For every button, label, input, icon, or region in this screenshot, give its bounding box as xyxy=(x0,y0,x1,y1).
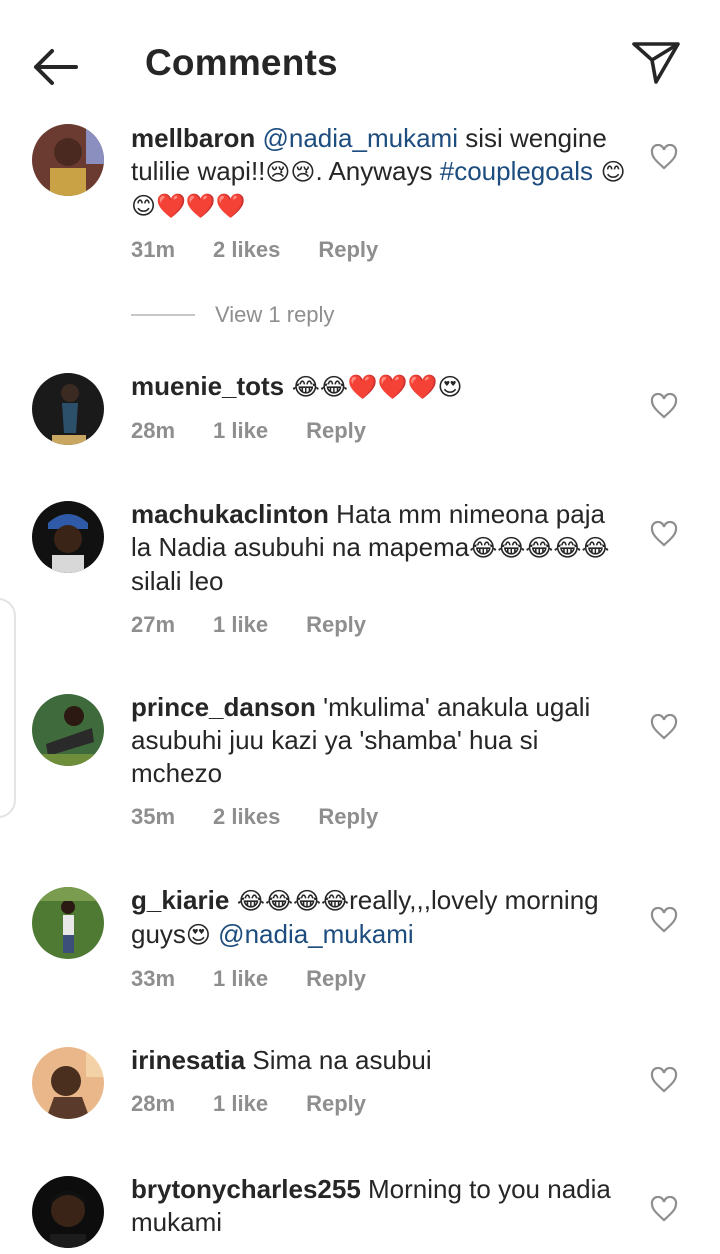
comment-username[interactable]: prince_danson xyxy=(131,692,316,722)
like-button[interactable] xyxy=(650,1195,678,1222)
comment-time: 27m xyxy=(131,612,176,637)
like-button[interactable] xyxy=(650,1066,678,1093)
heart-outline-icon xyxy=(650,906,678,933)
share-button[interactable] xyxy=(630,38,682,86)
emoji: 😂😂❤️❤️❤️😍 xyxy=(284,373,463,401)
reply-button[interactable]: Reply xyxy=(318,237,378,262)
like-button[interactable] xyxy=(650,520,678,547)
comment-time: 33m xyxy=(131,966,176,991)
comment-body: silali leo xyxy=(131,566,224,596)
avatar[interactable] xyxy=(32,124,104,196)
avatar[interactable] xyxy=(32,887,104,959)
heart-outline-icon xyxy=(650,1195,678,1222)
header-bar: Comments xyxy=(0,0,720,120)
comment-text: g_kiarie 😂😂😂😂really,,,lovely morning guy… xyxy=(131,884,631,952)
comment-likes[interactable]: 1 like xyxy=(213,1091,268,1116)
like-button[interactable] xyxy=(650,906,678,933)
comment-likes[interactable]: 1 like xyxy=(213,966,268,991)
comment-text: irinesatia Sima na asubui xyxy=(131,1044,631,1077)
comment-likes[interactable]: 1 like xyxy=(213,418,268,443)
comment-username[interactable]: muenie_tots xyxy=(131,371,284,401)
emoji: 😂😂😂😂 xyxy=(229,887,350,915)
like-button[interactable] xyxy=(650,713,678,740)
heart-outline-icon xyxy=(650,520,678,547)
avatar[interactable] xyxy=(32,373,104,445)
comment-hashtag[interactable]: #couplegoals xyxy=(440,156,593,186)
comment-meta: 28m 1 like Reply xyxy=(131,1091,631,1121)
emoji: 😢😢 xyxy=(265,158,316,186)
avatar[interactable] xyxy=(32,1176,104,1248)
view-replies-label: View 1 reply xyxy=(215,302,335,327)
comment-meta: 27m 1 like Reply xyxy=(131,612,631,642)
page-title: Comments xyxy=(145,42,338,83)
side-edge-handle[interactable] xyxy=(0,598,16,818)
comment-username[interactable]: g_kiarie xyxy=(131,885,229,915)
emoji: 😍 xyxy=(185,921,211,949)
comment-username[interactable]: brytonycharles255 xyxy=(131,1174,361,1204)
comment-time: 31m xyxy=(131,237,176,262)
comment-text: muenie_tots 😂😂❤️❤️❤️😍 xyxy=(131,370,631,404)
comment-body: Sima na asubui xyxy=(245,1045,432,1075)
comment-username[interactable]: machukaclinton xyxy=(131,499,329,529)
heart-outline-icon xyxy=(650,392,678,419)
comment-mention[interactable]: @nadia_mukami xyxy=(262,123,457,153)
comment-time: 35m xyxy=(131,804,176,829)
reply-button[interactable]: Reply xyxy=(306,1091,366,1116)
comment-time: 28m xyxy=(131,1091,176,1116)
comment-text: brytonycharles255 Morning to you nadia m… xyxy=(131,1173,631,1239)
comment-username[interactable]: mellbaron xyxy=(131,123,255,153)
comment-body: . Anyways xyxy=(315,156,440,186)
view-replies-button[interactable]: View 1 reply xyxy=(131,300,334,330)
back-button[interactable] xyxy=(30,44,82,90)
avatar[interactable] xyxy=(32,501,104,573)
comment-time: 28m xyxy=(131,418,176,443)
comment-meta: 35m 2 likes Reply xyxy=(131,804,631,834)
comment-username[interactable]: irinesatia xyxy=(131,1045,245,1075)
comment-text: mellbaron @nadia_mukami sisi wengine tul… xyxy=(131,122,631,223)
comment-text: machukaclinton Hata mm nimeona paja la N… xyxy=(131,498,631,598)
paper-plane-icon xyxy=(632,42,680,84)
heart-outline-icon xyxy=(650,713,678,740)
comment-meta: 31m 2 likes Reply xyxy=(131,237,631,267)
reply-button[interactable]: Reply xyxy=(306,966,366,991)
comment-mention[interactable]: @nadia_mukami xyxy=(211,919,414,949)
comment-text: prince_danson 'mkulima' anakula ugali as… xyxy=(131,691,631,790)
comment-meta: 33m 1 like Reply xyxy=(131,966,631,996)
reply-button[interactable]: Reply xyxy=(318,804,378,829)
comment-likes[interactable]: 2 likes xyxy=(213,237,280,262)
comment-meta: 28m 1 like Reply xyxy=(131,418,631,448)
heart-outline-icon xyxy=(650,143,678,170)
reply-button[interactable]: Reply xyxy=(306,612,366,637)
avatar[interactable] xyxy=(32,694,104,766)
comment-likes[interactable]: 1 like xyxy=(213,612,268,637)
like-button[interactable] xyxy=(650,143,678,170)
reply-button[interactable]: Reply xyxy=(306,418,366,443)
like-button[interactable] xyxy=(650,392,678,419)
avatar[interactable] xyxy=(32,1047,104,1119)
emoji: 😂😂😂😂😂 xyxy=(469,534,610,562)
divider xyxy=(131,314,195,316)
comment-likes[interactable]: 2 likes xyxy=(213,804,280,829)
arrow-left-icon xyxy=(34,49,78,85)
heart-outline-icon xyxy=(650,1066,678,1093)
